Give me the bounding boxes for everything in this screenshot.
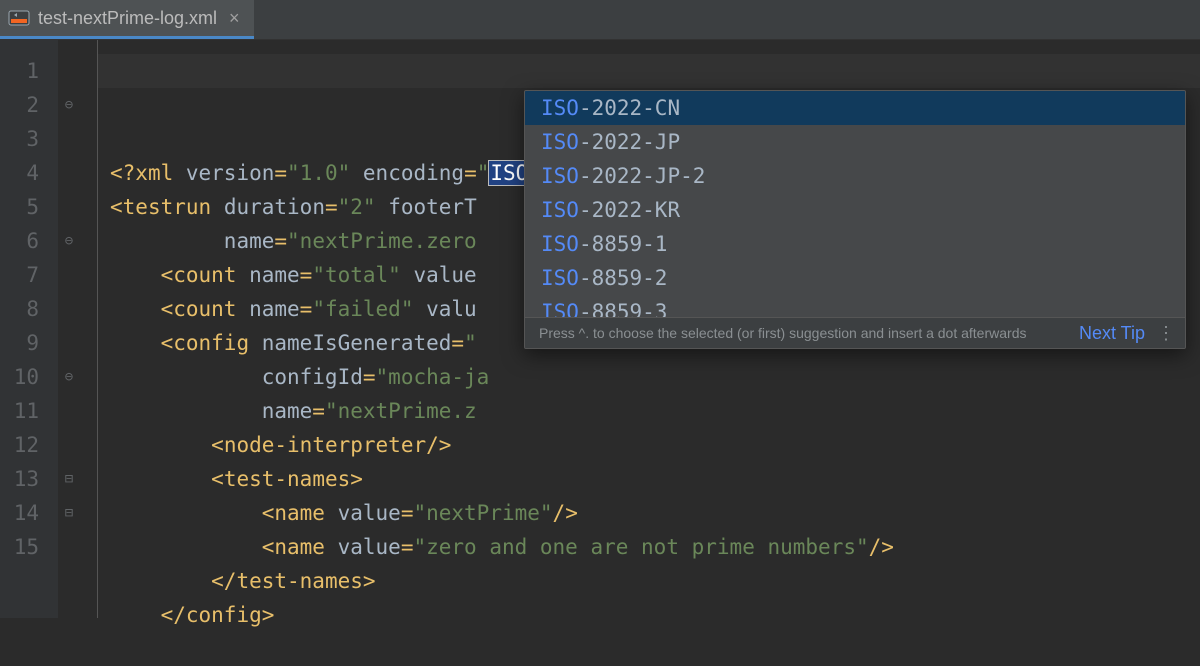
code-line: name="nextPrime.z <box>110 394 1200 428</box>
completion-item[interactable]: ISO-2022-KR <box>525 193 1185 227</box>
completion-footer: Press ^. to choose the selected (or firs… <box>525 317 1185 348</box>
fold-toggle[interactable]: ⊟ <box>62 472 76 486</box>
close-icon[interactable]: × <box>225 8 244 29</box>
completion-item[interactable]: ISO-8859-1 <box>525 227 1185 261</box>
code-line: </config> <box>110 598 1200 632</box>
line-number: 13 <box>0 462 57 496</box>
ide-execution-file-icon <box>8 7 30 29</box>
caret-line-highlight <box>98 54 1200 88</box>
code-line: <name value="nextPrime"/> <box>110 496 1200 530</box>
line-number: 15 <box>0 530 57 564</box>
fold-strip: ⊖ ⊖ ⊖ ⊟ ⊟ <box>58 40 98 618</box>
fold-toggle[interactable]: ⊖ <box>62 98 76 112</box>
more-icon[interactable]: ⋮ <box>1157 328 1175 338</box>
code-line: </test-names> <box>110 564 1200 598</box>
line-number: 5 <box>0 190 57 224</box>
completion-item[interactable]: ISO-2022-CN <box>525 91 1185 125</box>
line-number: 4 <box>0 156 57 190</box>
tab-filename: test-nextPrime-log.xml <box>38 8 217 29</box>
completion-item[interactable]: ISO-2022-JP-2 <box>525 159 1185 193</box>
line-number: 2 <box>0 88 57 122</box>
fold-toggle[interactable]: ⊖ <box>62 370 76 384</box>
line-number: 7 <box>0 258 57 292</box>
line-number: 9 <box>0 326 57 360</box>
code-line <box>110 632 1200 666</box>
file-tab[interactable]: test-nextPrime-log.xml × <box>0 0 254 39</box>
line-number: 3 <box>0 122 57 156</box>
code-line: <node-interpreter/> <box>110 428 1200 462</box>
completion-item[interactable]: ISO-2022-JP <box>525 125 1185 159</box>
next-tip-link[interactable]: Next Tip <box>1079 324 1145 342</box>
completion-list: ISO-2022-CNISO-2022-JPISO-2022-JP-2ISO-2… <box>525 91 1185 295</box>
code-line: configId="mocha-ja <box>110 360 1200 394</box>
completion-hint: Press ^. to choose the selected (or firs… <box>539 324 1067 342</box>
completion-item-cutoff[interactable]: ISO-8859-3 <box>525 295 1185 317</box>
line-number: 12 <box>0 428 57 462</box>
line-number: 8 <box>0 292 57 326</box>
line-number: 1 <box>0 54 57 88</box>
completion-popup: ISO-2022-CNISO-2022-JPISO-2022-JP-2ISO-2… <box>524 90 1186 349</box>
line-number: 11 <box>0 394 57 428</box>
code-line: <test-names> <box>110 462 1200 496</box>
line-number: 14 <box>0 496 57 530</box>
fold-toggle[interactable]: ⊟ <box>62 506 76 520</box>
tab-bar: test-nextPrime-log.xml × <box>0 0 1200 40</box>
code-line: <name value="zero and one are not prime … <box>110 530 1200 564</box>
line-number-gutter: 123456789101112131415 <box>0 40 58 618</box>
fold-toggle[interactable]: ⊖ <box>62 234 76 248</box>
line-number: 10 <box>0 360 57 394</box>
line-number: 6 <box>0 224 57 258</box>
completion-item[interactable]: ISO-8859-2 <box>525 261 1185 295</box>
